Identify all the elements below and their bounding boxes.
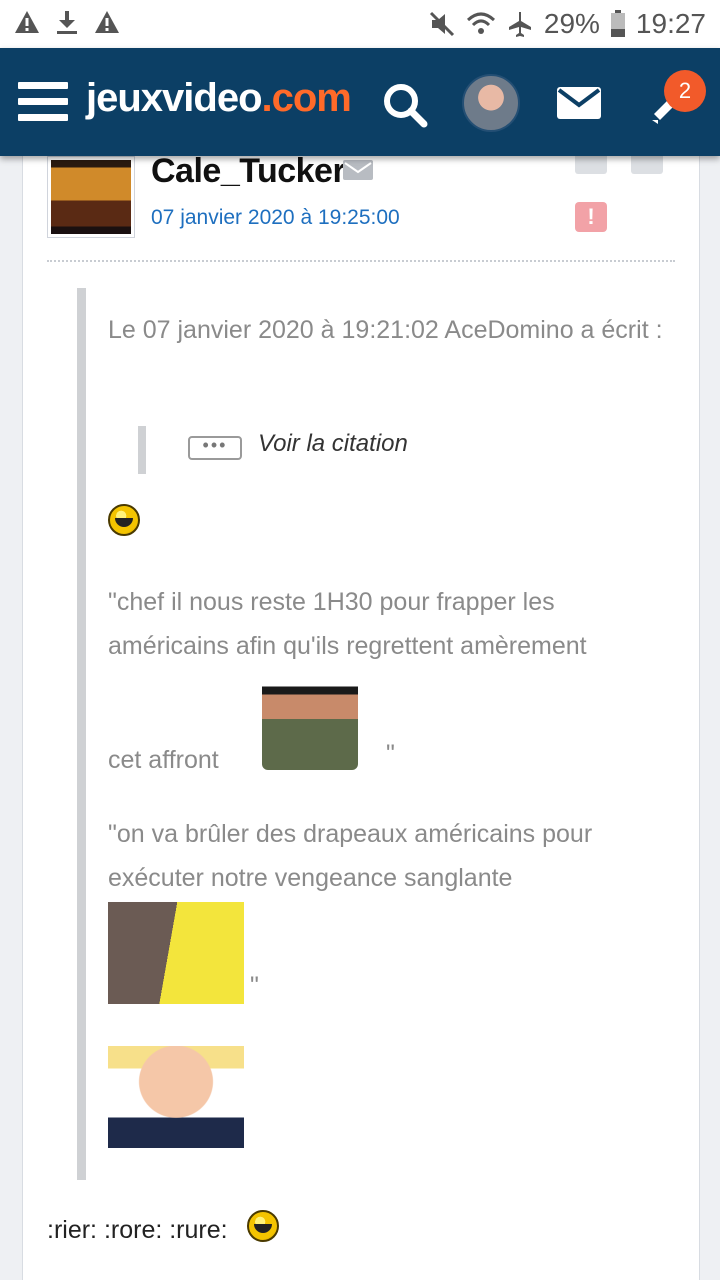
download-icon <box>57 11 77 34</box>
post-footer-text: :rier: :rore: :rure: <box>47 1216 228 1245</box>
quote-line-2: "on va brûler des drapeaux américains po… <box>108 820 593 892</box>
logo-com: .com <box>261 76 352 120</box>
post-date-link[interactable]: 07 janvier 2020 à 19:25:00 <box>151 206 400 230</box>
quote-line-2-close: " <box>250 972 259 1000</box>
laughing-smiley-icon <box>247 1210 279 1242</box>
logo-main: jeuxvideo <box>86 76 263 120</box>
author-name[interactable]: Cale_Tucker <box>151 152 346 191</box>
view-quote-label[interactable]: Voir la citation <box>258 430 408 458</box>
author-avatar[interactable] <box>47 156 135 238</box>
mail-icon[interactable] <box>556 86 602 120</box>
quote-line-1: "chef il nous reste 1H30 pour frapper le… <box>108 588 587 660</box>
battery-icon <box>610 10 625 37</box>
quote-block: Le 07 janvier 2020 à 19:21:02 AceDomino … <box>77 288 677 1180</box>
status-left-icons <box>14 10 120 34</box>
laughing-smiley-icon <box>108 504 140 536</box>
clock: 19:27 <box>635 8 706 39</box>
report-button[interactable]: ! <box>575 202 607 232</box>
expand-quote-button[interactable]: ••• <box>188 436 242 460</box>
battery-percent: 29% <box>543 8 600 39</box>
separator <box>47 260 675 262</box>
quote-line-1-close: " <box>386 740 395 768</box>
nested-quote: ••• Voir la citation <box>138 426 438 474</box>
notification-badge[interactable]: 2 <box>664 70 706 112</box>
mute-icon <box>429 11 454 37</box>
private-message-icon[interactable] <box>343 160 373 180</box>
laughing-face-sticker-image <box>108 1046 244 1148</box>
smiley-codes: :rier: :rore: :rure: <box>47 1216 228 1244</box>
warning-icon <box>15 11 39 33</box>
search-icon[interactable] <box>382 82 428 128</box>
wifi-icon <box>466 12 495 34</box>
soldier-sticker-image <box>262 668 358 770</box>
status-bar: 29% 19:27 <box>0 0 720 48</box>
status-right: 29% 19:27 <box>428 8 706 40</box>
post-card: Cale_Tucker 07 janvier 2020 à 19:25:00 !… <box>22 140 700 1280</box>
airplane-icon <box>508 12 531 37</box>
flag-sticker-image <box>108 902 244 1004</box>
avatar[interactable] <box>462 74 520 132</box>
menu-icon[interactable] <box>18 82 68 122</box>
quote-intro: Le 07 janvier 2020 à 19:21:02 AceDomino … <box>108 316 663 344</box>
site-header: jeuxvideo.com <box>0 48 720 156</box>
site-logo[interactable]: jeuxvideo.com <box>86 76 352 121</box>
warning-icon <box>95 11 119 33</box>
